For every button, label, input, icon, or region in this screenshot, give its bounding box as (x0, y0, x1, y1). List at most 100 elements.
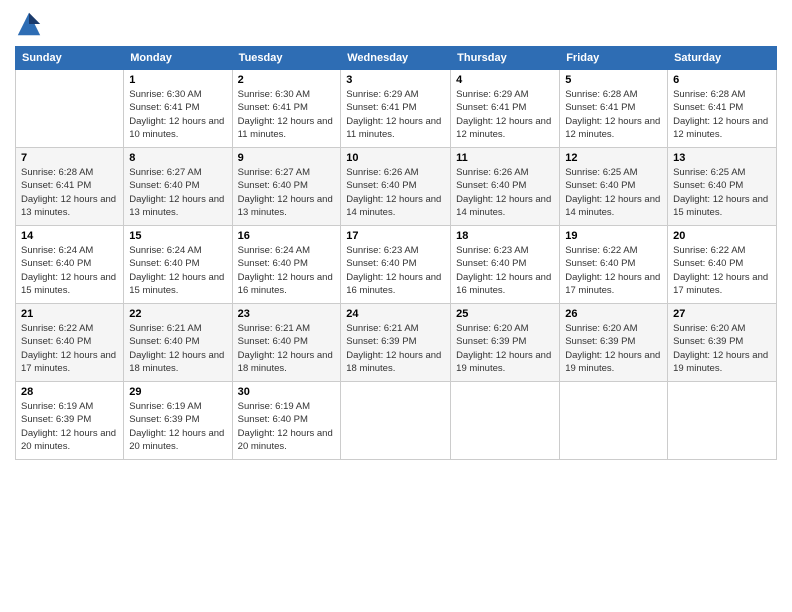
calendar-cell: 9Sunrise: 6:27 AMSunset: 6:40 PMDaylight… (232, 148, 341, 226)
day-number: 22 (129, 308, 226, 320)
col-header-saturday: Saturday (668, 47, 777, 70)
calendar-cell: 23 Sunrise: 6:21 AMSunset: 6:40 PMDayligh… (232, 304, 341, 382)
day-number: 5 (565, 74, 662, 86)
calendar-cell: 3 Sunrise: 6:29 AMSunset: 6:41 PMDaylight… (341, 70, 451, 148)
day-info: Sunrise: 6:19 AMSunset: 6:39 PMDaylight:… (129, 400, 226, 453)
calendar-cell (560, 382, 668, 460)
day-number: 1 (129, 74, 226, 86)
calendar-cell: 29 Sunrise: 6:19 AMSunset: 6:39 PMDayligh… (124, 382, 232, 460)
day-info: Sunrise: 6:23 AMSunset: 6:40 PMDaylight:… (346, 244, 445, 297)
day-info: Sunrise: 6:21 AMSunset: 6:39 PMDaylight:… (346, 322, 445, 375)
day-number: 23 (238, 308, 336, 320)
day-number: 28 (21, 386, 118, 398)
day-number: 25 (456, 308, 554, 320)
calendar-cell: 20 Sunrise: 6:22 AMSunset: 6:40 PMDayligh… (668, 226, 777, 304)
day-info: Sunrise: 6:30 AMSunset: 6:41 PMDaylight:… (129, 88, 226, 141)
day-info: Sunrise: 6:25 AMSunset: 6:40 PMDaylight:… (673, 166, 771, 219)
calendar-cell: 11 Sunrise: 6:26 AMSunset: 6:40 PMDayligh… (451, 148, 560, 226)
calendar-cell: 28 Sunrise: 6:19 AMSunset: 6:39 PMDayligh… (16, 382, 124, 460)
day-number: 20 (673, 230, 771, 242)
day-info: Sunrise: 6:20 AMSunset: 6:39 PMDaylight:… (673, 322, 771, 375)
calendar-cell (341, 382, 451, 460)
day-number: 16 (238, 230, 336, 242)
day-info: Sunrise: 6:26 AMSunset: 6:40 PMDaylight:… (346, 166, 445, 219)
calendar-cell: 16 Sunrise: 6:24 AMSunset: 6:40 PMDayligh… (232, 226, 341, 304)
day-info: Sunrise: 6:29 AMSunset: 6:41 PMDaylight:… (456, 88, 554, 141)
calendar-cell (16, 70, 124, 148)
calendar-cell: 18 Sunrise: 6:23 AMSunset: 6:40 PMDayligh… (451, 226, 560, 304)
day-number: 17 (346, 230, 445, 242)
col-header-wednesday: Wednesday (341, 47, 451, 70)
calendar-cell: 8Sunrise: 6:27 AMSunset: 6:40 PMDaylight… (124, 148, 232, 226)
day-info: Sunrise: 6:23 AMSunset: 6:40 PMDaylight:… (456, 244, 554, 297)
week-row-3: 14 Sunrise: 6:24 AMSunset: 6:40 PMDayligh… (16, 226, 777, 304)
page: SundayMondayTuesdayWednesdayThursdayFrid… (0, 0, 792, 612)
day-info: Sunrise: 6:24 AMSunset: 6:40 PMDaylight:… (238, 244, 336, 297)
day-number: 30 (238, 386, 336, 398)
day-number: 3 (346, 74, 445, 86)
day-info: Sunrise: 6:20 AMSunset: 6:39 PMDaylight:… (456, 322, 554, 375)
week-row-1: 1 Sunrise: 6:30 AMSunset: 6:41 PMDaylight… (16, 70, 777, 148)
col-header-thursday: Thursday (451, 47, 560, 70)
col-header-tuesday: Tuesday (232, 47, 341, 70)
calendar-cell: 24 Sunrise: 6:21 AMSunset: 6:39 PMDayligh… (341, 304, 451, 382)
day-info: Sunrise: 6:21 AMSunset: 6:40 PMDaylight:… (238, 322, 336, 375)
calendar-cell: 17 Sunrise: 6:23 AMSunset: 6:40 PMDayligh… (341, 226, 451, 304)
day-info: Sunrise: 6:19 AMSunset: 6:40 PMDaylight:… (238, 400, 336, 453)
day-info: Sunrise: 6:20 AMSunset: 6:39 PMDaylight:… (565, 322, 662, 375)
calendar-cell: 14 Sunrise: 6:24 AMSunset: 6:40 PMDayligh… (16, 226, 124, 304)
day-info: Sunrise: 6:30 AMSunset: 6:41 PMDaylight:… (238, 88, 336, 141)
day-info: Sunrise: 6:21 AMSunset: 6:40 PMDaylight:… (129, 322, 226, 375)
day-number: 26 (565, 308, 662, 320)
col-header-monday: Monday (124, 47, 232, 70)
day-number: 19 (565, 230, 662, 242)
calendar-cell: 30 Sunrise: 6:19 AMSunset: 6:40 PMDayligh… (232, 382, 341, 460)
day-info: Sunrise: 6:26 AMSunset: 6:40 PMDaylight:… (456, 166, 554, 219)
day-info: Sunrise: 6:24 AMSunset: 6:40 PMDaylight:… (21, 244, 118, 297)
day-number: 6 (673, 74, 771, 86)
calendar-cell: 22 Sunrise: 6:21 AMSunset: 6:40 PMDayligh… (124, 304, 232, 382)
calendar-table: SundayMondayTuesdayWednesdayThursdayFrid… (15, 46, 777, 460)
col-header-friday: Friday (560, 47, 668, 70)
day-number: 29 (129, 386, 226, 398)
week-row-4: 21 Sunrise: 6:22 AMSunset: 6:40 PMDayligh… (16, 304, 777, 382)
calendar-cell: 1 Sunrise: 6:30 AMSunset: 6:41 PMDaylight… (124, 70, 232, 148)
header-row: SundayMondayTuesdayWednesdayThursdayFrid… (16, 47, 777, 70)
calendar-cell (668, 382, 777, 460)
day-info: Sunrise: 6:22 AMSunset: 6:40 PMDaylight:… (21, 322, 118, 375)
day-info: Sunrise: 6:28 AMSunset: 6:41 PMDaylight:… (565, 88, 662, 141)
day-number: 24 (346, 308, 445, 320)
day-number: 13 (673, 152, 771, 164)
day-info: Sunrise: 6:19 AMSunset: 6:39 PMDaylight:… (21, 400, 118, 453)
day-info: Sunrise: 6:27 AMSunset: 6:40 PMDaylight:… (238, 166, 336, 219)
header (15, 10, 777, 38)
calendar-cell: 27Sunrise: 6:20 AMSunset: 6:39 PMDayligh… (668, 304, 777, 382)
day-info: Sunrise: 6:29 AMSunset: 6:41 PMDaylight:… (346, 88, 445, 141)
logo-icon (15, 10, 43, 38)
day-number: 2 (238, 74, 336, 86)
calendar-cell: 25 Sunrise: 6:20 AMSunset: 6:39 PMDayligh… (451, 304, 560, 382)
day-number: 8 (129, 152, 226, 164)
week-row-2: 7Sunrise: 6:28 AMSunset: 6:41 PMDaylight… (16, 148, 777, 226)
day-info: Sunrise: 6:28 AMSunset: 6:41 PMDaylight:… (21, 166, 118, 219)
calendar-cell: 5 Sunrise: 6:28 AMSunset: 6:41 PMDaylight… (560, 70, 668, 148)
day-number: 4 (456, 74, 554, 86)
day-info: Sunrise: 6:25 AMSunset: 6:40 PMDaylight:… (565, 166, 662, 219)
week-row-5: 28 Sunrise: 6:19 AMSunset: 6:39 PMDayligh… (16, 382, 777, 460)
day-number: 10 (346, 152, 445, 164)
calendar-cell: 26 Sunrise: 6:20 AMSunset: 6:39 PMDayligh… (560, 304, 668, 382)
calendar-cell: 21 Sunrise: 6:22 AMSunset: 6:40 PMDayligh… (16, 304, 124, 382)
calendar-cell: 12 Sunrise: 6:25 AMSunset: 6:40 PMDayligh… (560, 148, 668, 226)
calendar-cell: 13 Sunrise: 6:25 AMSunset: 6:40 PMDayligh… (668, 148, 777, 226)
calendar-cell: 2 Sunrise: 6:30 AMSunset: 6:41 PMDaylight… (232, 70, 341, 148)
day-number: 21 (21, 308, 118, 320)
day-number: 14 (21, 230, 118, 242)
day-number: 18 (456, 230, 554, 242)
day-number: 11 (456, 152, 554, 164)
calendar-cell (451, 382, 560, 460)
calendar-cell: 7Sunrise: 6:28 AMSunset: 6:41 PMDaylight… (16, 148, 124, 226)
calendar-cell: 6Sunrise: 6:28 AMSunset: 6:41 PMDaylight… (668, 70, 777, 148)
day-info: Sunrise: 6:24 AMSunset: 6:40 PMDaylight:… (129, 244, 226, 297)
day-info: Sunrise: 6:22 AMSunset: 6:40 PMDaylight:… (673, 244, 771, 297)
day-number: 12 (565, 152, 662, 164)
